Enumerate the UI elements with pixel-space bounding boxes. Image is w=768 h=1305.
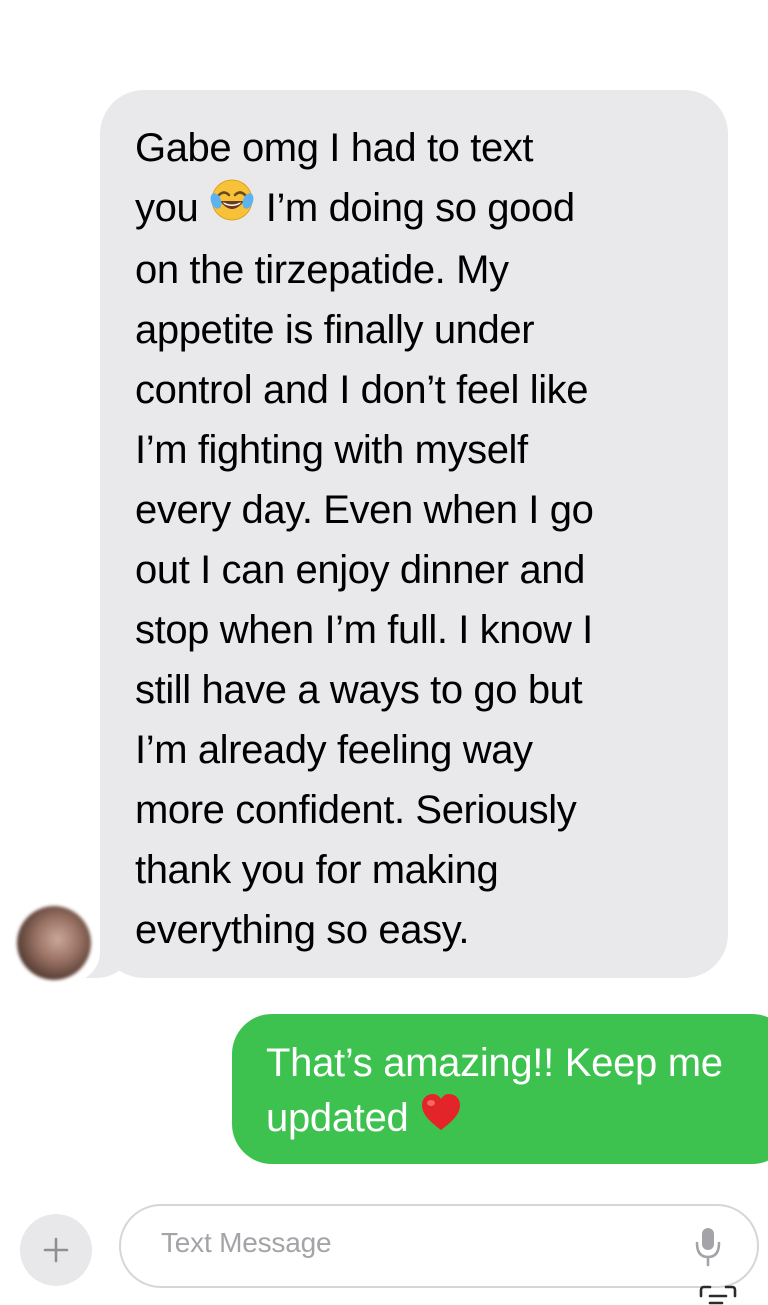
plus-icon: [43, 1237, 69, 1263]
face-with-tears-of-joy-icon: [209, 179, 255, 240]
incoming-message-text: Gabe omg I had to text you I’m doing so …: [135, 126, 594, 953]
outgoing-message-text: That’s amazing!! Keep me updated: [266, 1036, 762, 1148]
microphone-icon[interactable]: [693, 1226, 723, 1273]
input-placeholder: Text Message: [161, 1227, 332, 1258]
messages-screen: Gabe omg I had to text you I’m doing so …: [0, 0, 768, 1305]
text-message-input[interactable]: Text Message: [119, 1204, 759, 1288]
incoming-message-bubble[interactable]: Gabe omg I had to text you I’m doing so …: [100, 90, 728, 978]
add-attachment-button[interactable]: [20, 1214, 92, 1286]
red-heart-icon: [419, 1093, 463, 1148]
scan-text-icon[interactable]: [698, 1284, 738, 1305]
outgoing-message-bubble[interactable]: That’s amazing!! Keep me updated: [232, 1014, 768, 1164]
contact-avatar[interactable]: [17, 906, 91, 980]
